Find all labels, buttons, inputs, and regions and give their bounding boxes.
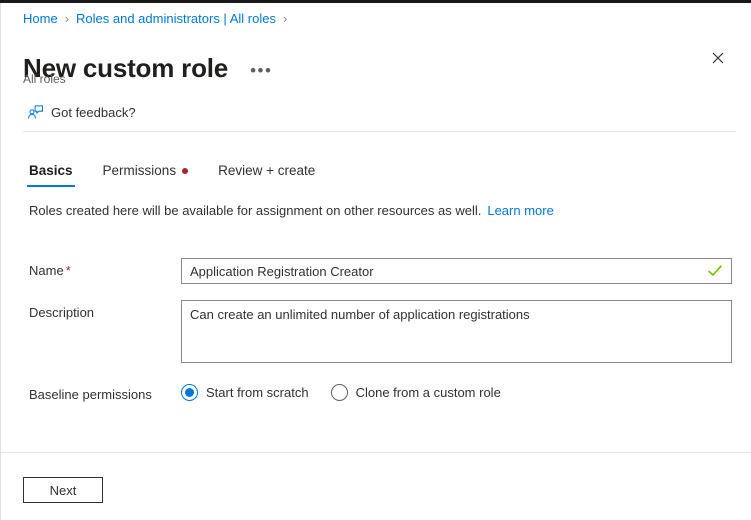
name-input[interactable]	[181, 258, 732, 284]
name-required-marker: *	[66, 263, 71, 278]
radio-unselected-icon	[331, 384, 348, 401]
page-subtitle: All roles	[23, 72, 66, 86]
form-row-baseline-permissions: Baseline permissions Start from scratch …	[29, 382, 501, 402]
title-row: New custom role •••	[23, 35, 276, 102]
footer-bar: Next	[1, 453, 751, 520]
tab-permissions[interactable]: Permissions	[101, 163, 191, 187]
baseline-permissions-radio-group: Start from scratch Clone from a custom r…	[181, 382, 501, 401]
baseline-permissions-label: Baseline permissions	[29, 382, 181, 402]
learn-more-link[interactable]: Learn more	[487, 203, 553, 218]
tab-basics-label: Basics	[29, 163, 73, 178]
form-row-description: Description	[29, 300, 732, 363]
got-feedback-button[interactable]: Got feedback?	[23, 101, 140, 124]
tab-permissions-label: Permissions	[103, 163, 177, 178]
form-row-name: Name*	[29, 258, 732, 284]
radio-selected-icon	[181, 384, 198, 401]
info-message-text: Roles created here will be available for…	[29, 203, 481, 218]
more-options-icon[interactable]: •••	[246, 64, 276, 78]
tab-list: Basics Permissions Review + create	[27, 163, 317, 187]
feedback-person-icon	[27, 104, 44, 121]
next-button[interactable]: Next	[23, 477, 103, 503]
breadcrumb-separator-icon: ›	[65, 11, 69, 26]
description-label: Description	[29, 300, 181, 320]
description-textarea[interactable]	[181, 300, 732, 363]
radio-start-from-scratch-label: Start from scratch	[206, 385, 309, 400]
tab-permissions-alert-dot-icon	[182, 168, 188, 174]
radio-start-from-scratch[interactable]: Start from scratch	[181, 384, 309, 401]
close-button[interactable]	[705, 45, 731, 71]
got-feedback-label: Got feedback?	[51, 105, 136, 120]
breadcrumb-separator-icon: ›	[283, 11, 287, 26]
radio-clone-from-custom-role-label: Clone from a custom role	[356, 385, 501, 400]
close-icon	[712, 52, 724, 64]
blade-panel: Home › Roles and administrators | All ro…	[0, 3, 751, 520]
breadcrumb-item-roles-and-administrators[interactable]: Roles and administrators | All roles	[76, 11, 276, 26]
tab-basics[interactable]: Basics	[27, 163, 75, 187]
info-message: Roles created here will be available for…	[29, 203, 554, 218]
tab-review-create-label: Review + create	[218, 163, 315, 178]
tab-review-create[interactable]: Review + create	[216, 163, 317, 187]
breadcrumb-item-home[interactable]: Home	[23, 11, 58, 26]
name-label: Name*	[29, 258, 181, 278]
header-divider	[23, 131, 736, 132]
name-label-text: Name	[29, 263, 64, 278]
breadcrumb: Home › Roles and administrators | All ro…	[23, 11, 294, 26]
name-input-wrap	[181, 258, 732, 284]
radio-clone-from-custom-role[interactable]: Clone from a custom role	[331, 384, 501, 401]
